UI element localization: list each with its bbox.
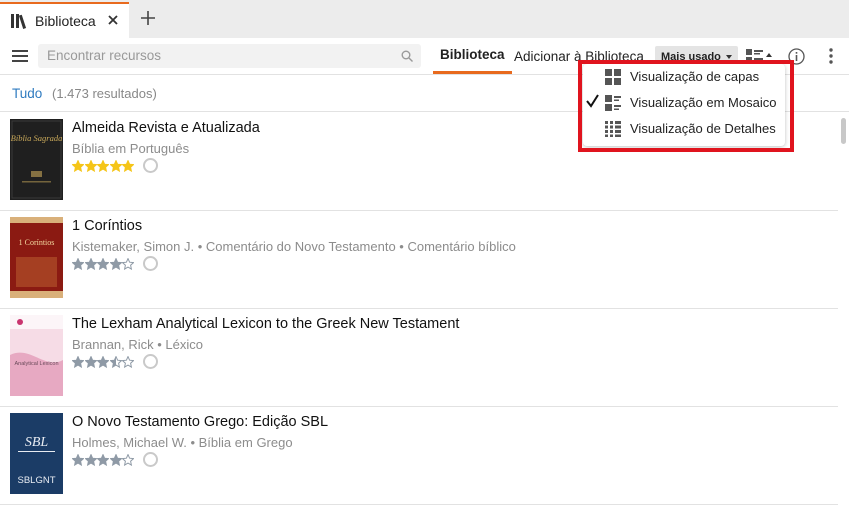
tab-bar: Biblioteca: [0, 0, 849, 38]
star-icon[interactable]: [84, 159, 97, 172]
rating-row: [72, 354, 158, 369]
highlight-box: [578, 60, 794, 152]
star-icon[interactable]: [97, 257, 109, 270]
star-icon[interactable]: [72, 453, 84, 466]
star-rating[interactable]: [72, 355, 135, 368]
star-rating[interactable]: [72, 257, 135, 270]
list-item[interactable]: SBL SBLGNT O Novo Testamento Grego: Ediç…: [0, 407, 838, 505]
chevron-down-icon: [725, 54, 732, 59]
more-options-icon[interactable]: [829, 48, 833, 64]
star-rating[interactable]: [72, 159, 135, 172]
book-cover: Bíblia Sagrada: [10, 119, 63, 200]
library-icon: [11, 14, 27, 29]
resource-title[interactable]: The Lexham Analytical Lexicon to the Gre…: [72, 316, 459, 332]
cover-title: Bíblia Sagrada: [11, 133, 63, 143]
reading-progress-icon: [142, 452, 158, 467]
star-icon[interactable]: [84, 257, 97, 270]
list-item[interactable]: 1 Coríntios 1 Coríntios Kistemaker, Simo…: [0, 211, 838, 309]
resource-meta: Brannan, Rick • Léxico: [72, 337, 204, 352]
resource-list: Bíblia Sagrada Almeida Revista e Atualiz…: [0, 113, 838, 505]
cover-title: SBLGNT: [17, 475, 55, 486]
star-icon[interactable]: [109, 355, 122, 368]
rating-row: [72, 452, 158, 467]
star-icon[interactable]: [109, 159, 122, 172]
cover-title: 1 Coríntios: [19, 238, 55, 247]
star-icon[interactable]: [72, 355, 84, 368]
star-icon[interactable]: [84, 453, 97, 466]
new-tab-icon[interactable]: [140, 10, 156, 26]
rating-row: [72, 256, 158, 271]
star-icon[interactable]: [122, 257, 134, 270]
star-icon[interactable]: [122, 453, 134, 466]
menu-icon[interactable]: [12, 50, 28, 62]
star-icon[interactable]: [97, 159, 109, 172]
nav-library[interactable]: Biblioteca: [433, 38, 512, 74]
star-icon[interactable]: [97, 453, 109, 466]
filter-all-link[interactable]: Tudo: [12, 86, 42, 101]
cover-logo: SBL: [25, 435, 49, 450]
rating-row: [72, 158, 158, 173]
resource-meta: Kistemaker, Simon J. • Comentário do Nov…: [72, 239, 516, 254]
book-cover: Analytical Lexicon: [10, 315, 63, 396]
list-item[interactable]: Analytical Lexicon The Lexham Analytical…: [0, 309, 838, 407]
cover-title: Analytical Lexicon: [14, 361, 58, 367]
tab-title: Biblioteca: [35, 13, 96, 29]
search-icon: [401, 50, 413, 62]
book-cover: 1 Coríntios: [10, 217, 63, 298]
resource-title[interactable]: Almeida Revista e Atualizada: [72, 120, 260, 136]
star-icon[interactable]: [97, 355, 109, 368]
star-icon[interactable]: [84, 355, 97, 368]
reading-progress-icon: [142, 256, 158, 271]
search-placeholder: Encontrar recursos: [47, 48, 162, 63]
reading-progress-icon: [142, 354, 158, 369]
tab-biblioteca[interactable]: Biblioteca: [0, 2, 129, 38]
results-count: (1.473 resultados): [52, 86, 157, 101]
reading-progress-icon: [142, 158, 158, 173]
star-icon[interactable]: [109, 257, 122, 270]
resource-meta: Bíblia em Português: [72, 141, 190, 156]
search-input[interactable]: Encontrar recursos: [38, 44, 421, 68]
star-rating[interactable]: [72, 453, 135, 466]
star-icon[interactable]: [122, 355, 134, 368]
star-icon[interactable]: [122, 159, 134, 172]
star-icon[interactable]: [72, 257, 84, 270]
close-tab-icon[interactable]: [106, 13, 120, 27]
star-icon[interactable]: [72, 159, 84, 172]
resource-meta: Holmes, Michael W. • Bíblia em Grego: [72, 435, 293, 450]
scrollbar-thumb[interactable]: [841, 118, 846, 144]
star-icon[interactable]: [109, 453, 122, 466]
book-cover: SBL SBLGNT: [10, 413, 63, 494]
resource-title[interactable]: O Novo Testamento Grego: Edição SBL: [72, 414, 328, 430]
resource-title[interactable]: 1 Coríntios: [72, 218, 142, 234]
